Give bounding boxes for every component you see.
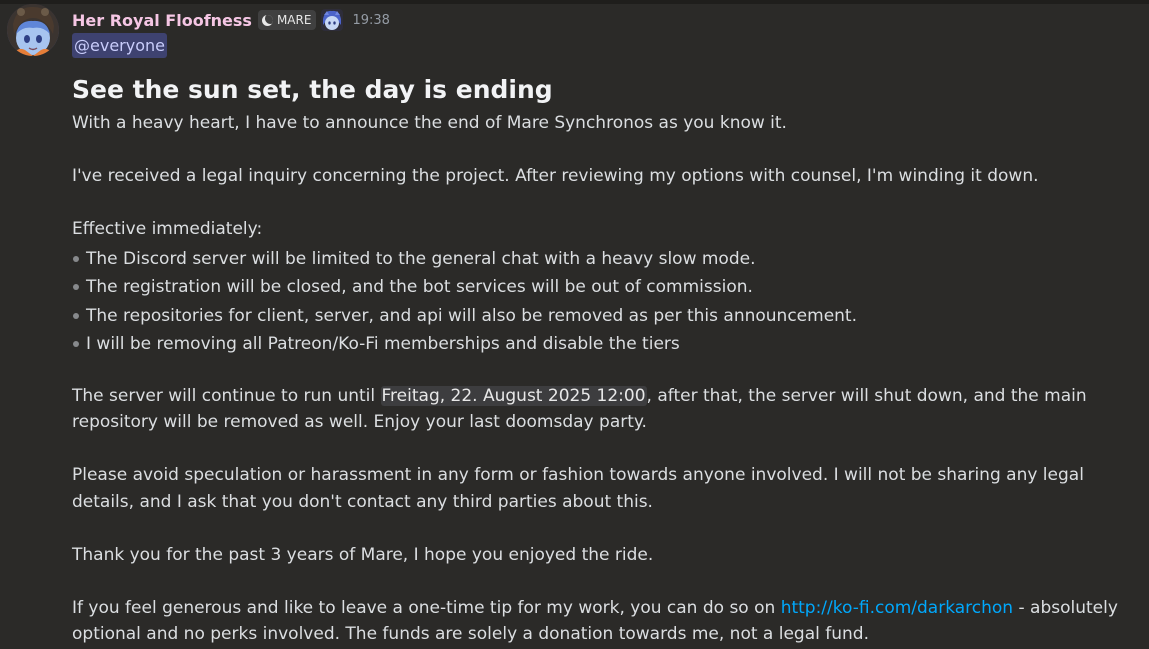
list-item: The repositories for client, server, and… [72,302,1142,331]
timestamp[interactable]: 19:38 [352,13,389,28]
role-tag-label: MARE [276,13,312,27]
everyone-mention[interactable]: @everyone [72,33,167,58]
tip-text-pre: If you feel generous and like to leave a… [72,597,781,618]
role-badge-image [321,9,344,31]
chat-message: Her Royal Floofness MARE 19:38 @everyone… [0,0,1149,649]
intro-paragraph: With a heavy heart, I have to announce t… [72,113,787,133]
effects-list: The Discord server will be limited to th… [72,245,1142,359]
announcement-heading: See the sun set, the day is ending [72,75,553,104]
legal-paragraph: I've received a legal inquiry concerning… [72,166,1039,186]
avatar-image [7,4,59,56]
message-header: Her Royal Floofness MARE 19:38 [72,8,390,32]
message-content: See the sun set, the day is ending With … [72,72,1142,648]
moon-icon [261,14,273,26]
tip-paragraph: If you feel generous and like to leave a… [72,595,1142,648]
role-badge-icon[interactable] [321,9,344,31]
thanks-paragraph: Thank you for the past 3 years of Mare, … [72,544,654,565]
role-tag[interactable]: MARE [257,10,317,30]
avoid-paragraph: Please avoid speculation or harassment i… [72,465,1084,512]
server-paragraph: The server will continue to run until Fr… [72,383,1142,436]
effective-label: Effective immediately: [72,219,263,239]
author-name[interactable]: Her Royal Floofness [72,11,252,30]
kofi-link[interactable]: http://ko-fi.com/darkarchon [781,598,1013,618]
list-item: The registration will be closed, and the… [72,273,1142,302]
timestamp-chip[interactable]: Freitag, 22. August 2025 12:00 [380,385,647,406]
server-text-pre: The server will continue to run until [72,385,381,406]
list-item: I will be removing all Patreon/Ko-Fi mem… [72,330,1142,359]
avatar[interactable] [7,4,59,56]
list-item: The Discord server will be limited to th… [72,245,1142,274]
